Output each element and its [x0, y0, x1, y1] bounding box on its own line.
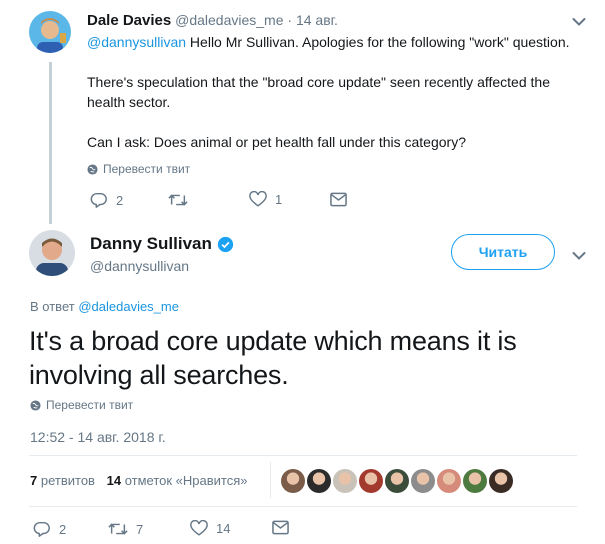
author-name[interactable]: Dale Davies	[87, 12, 171, 29]
line1-text: Hello Mr Sullivan. Apologies for the fol…	[186, 34, 570, 50]
retweets-stat[interactable]: 7 ретвитов	[30, 473, 95, 488]
reply-icon	[90, 192, 107, 208]
like-action[interactable]: 1	[249, 191, 282, 208]
globe-icon	[30, 399, 41, 411]
retweet-count: 7	[136, 521, 144, 537]
heart-icon	[190, 520, 208, 536]
reply-tweet-header: Dale Davies @daledavies_me · 14 авг.	[87, 12, 338, 29]
reply-to-context: В ответ @daledavies_me	[30, 299, 179, 314]
liker-avatar[interactable]	[333, 469, 357, 493]
retweet-icon	[168, 194, 188, 206]
reply-count: 2	[116, 192, 124, 208]
translate-tweet-link[interactable]: Перевести твит	[87, 162, 190, 176]
reply-count: 2	[59, 521, 67, 537]
translate-label: Перевести твит	[103, 162, 191, 176]
stats-separator	[270, 462, 271, 498]
reply-line-3: Can I ask: Does animal or pet health fal…	[87, 134, 466, 150]
reply-to-handle[interactable]: @daledavies_me	[78, 299, 179, 314]
liker-avatars	[281, 469, 513, 493]
reply-icon	[33, 521, 50, 537]
mention-link[interactable]: @dannysullivan	[87, 34, 186, 50]
reply-line-2: There's speculation that the "broad core…	[87, 74, 550, 110]
direct-message-action[interactable]	[272, 520, 289, 535]
reply-to-prefix: В ответ	[30, 299, 75, 314]
separator-dot: ·	[287, 12, 293, 28]
main-tweet-text: It's a broad core update which means it …	[29, 326, 517, 390]
heart-icon	[249, 191, 267, 207]
liker-avatar[interactable]	[281, 469, 305, 493]
translate-label: Перевести твит	[46, 398, 134, 412]
engagement-stats: 7 ретвитов 14 отметок «Нравится»	[30, 473, 247, 488]
direct-message-action[interactable]	[330, 192, 347, 207]
liker-avatar[interactable]	[489, 469, 513, 493]
liker-avatar[interactable]	[307, 469, 331, 493]
like-count: 14	[216, 521, 231, 536]
like-action[interactable]: 14	[190, 520, 230, 537]
liker-avatar[interactable]	[437, 469, 461, 493]
envelope-icon	[272, 520, 289, 535]
retweet-icon	[108, 523, 128, 535]
verified-badge-icon	[217, 236, 234, 252]
author-handle[interactable]: @daledavies_me	[175, 12, 283, 28]
liker-avatar[interactable]	[463, 469, 487, 493]
translate-tweet-link[interactable]: Перевести твит	[30, 398, 133, 412]
chevron-down-icon[interactable]	[572, 14, 586, 32]
likes-stat[interactable]: 14 отметок «Нравится»	[107, 473, 248, 488]
liker-avatar[interactable]	[411, 469, 435, 493]
reply-action[interactable]: 2	[90, 191, 123, 209]
retweet-action[interactable]	[168, 191, 196, 209]
reply-action[interactable]: 2	[33, 520, 66, 538]
follow-button[interactable]: Читать	[451, 234, 555, 270]
tweet-timestamp[interactable]: 12:52 - 14 авг. 2018 г.	[30, 429, 166, 445]
reply-tweet-body: @dannysullivan Hello Mr Sullivan. Apolog…	[87, 32, 592, 152]
liker-avatar[interactable]	[359, 469, 383, 493]
globe-icon	[87, 163, 98, 175]
thread-connector-line	[49, 62, 52, 224]
tweet-date[interactable]: 14 авг.	[296, 12, 338, 28]
avatar-danny-sullivan[interactable]	[29, 230, 75, 276]
reply-line-1: @dannysullivan Hello Mr Sullivan. Apolog…	[87, 32, 592, 52]
liker-avatar[interactable]	[385, 469, 409, 493]
divider-bottom	[29, 506, 577, 507]
main-author-row: Danny Sullivan	[90, 234, 234, 254]
retweet-action[interactable]: 7	[108, 520, 143, 538]
chevron-down-icon[interactable]	[572, 248, 586, 266]
avatar-dale-davies[interactable]	[29, 11, 71, 53]
envelope-icon	[330, 192, 347, 207]
author-handle[interactable]: @dannysullivan	[90, 258, 189, 274]
like-count: 1	[275, 192, 283, 207]
author-name[interactable]: Danny Sullivan	[90, 234, 212, 254]
divider-top	[29, 455, 577, 456]
